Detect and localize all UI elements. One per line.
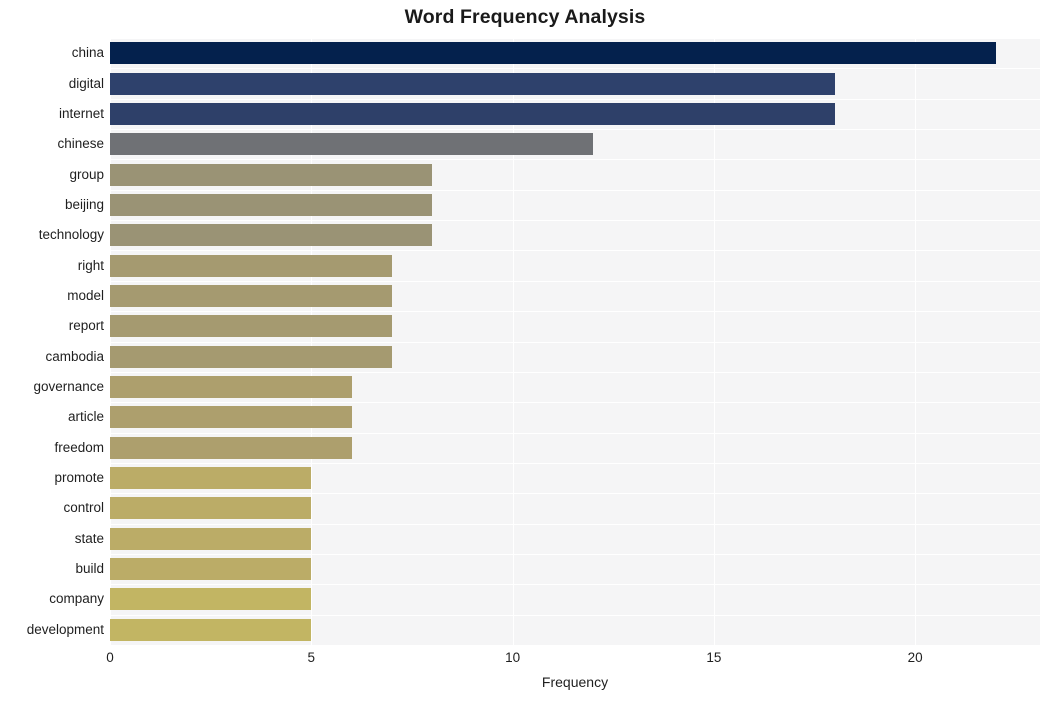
bar-cambodia[interactable] [110,345,392,368]
bar-chinese[interactable] [110,133,594,156]
y-tick-label-control: control [63,500,104,516]
y-tick-label-cambodia: cambodia [45,348,104,364]
bar-internet[interactable] [110,102,835,125]
bar-promote[interactable] [110,467,312,490]
gridline-horizontal [110,463,1040,464]
bar-report[interactable] [110,315,392,338]
y-tick-label-development: development [26,621,104,637]
gridline-horizontal [110,584,1040,585]
y-tick-label-promote: promote [54,470,104,486]
y-tick-label-article: article [67,409,104,425]
y-tick-label-china: china [71,45,104,61]
y-axis-labels: china digital internet chinese group beijing t… [0,38,104,645]
y-tick-label-state: state [74,530,104,546]
word-frequency-chart-figure: Word Frequency Analysis china digital inte… [0,0,1050,701]
gridline-horizontal [110,38,1040,39]
y-tick-label-report: report [68,318,104,334]
y-tick-label-beijing: beijing [64,196,104,212]
gridline-horizontal [110,129,1040,130]
bar-control[interactable] [110,497,312,520]
x-tick-label-0: 0 [106,650,114,665]
gridline-horizontal [110,402,1040,403]
gridline-horizontal [110,615,1040,616]
gridline-horizontal [110,433,1040,434]
y-tick-label-technology: technology [38,227,104,243]
gridline-horizontal [110,68,1040,69]
x-axis-ticks: 0 5 10 15 20 [106,645,1040,675]
y-tick-label-model: model [67,287,104,303]
gridline-horizontal [110,524,1040,525]
gridline-horizontal [110,342,1040,343]
gridline-horizontal [110,493,1040,494]
bar-build[interactable] [110,558,312,581]
gridline-horizontal [110,372,1040,373]
gridline-horizontal [110,159,1040,160]
gridline-horizontal [110,99,1040,100]
y-tick-label-internet: internet [58,105,104,121]
bar-china[interactable] [110,42,996,65]
gridline-horizontal [110,311,1040,312]
bar-governance[interactable] [110,376,352,399]
y-tick-label-right: right [77,257,104,273]
y-tick-label-freedom: freedom [54,439,104,455]
bar-state[interactable] [110,527,312,550]
bar-freedom[interactable] [110,436,352,459]
x-tick-label-10: 10 [505,650,521,665]
bar-company[interactable] [110,588,312,611]
x-tick-label-5: 5 [307,650,316,665]
bar-technology[interactable] [110,224,433,247]
bar-beijing[interactable] [110,193,433,216]
gridline-horizontal [110,220,1040,221]
bar-model[interactable] [110,284,392,307]
plot-area [110,38,1040,645]
gridline-horizontal [110,281,1040,282]
bar-right[interactable] [110,254,392,277]
y-tick-label-governance: governance [33,379,104,395]
x-tick-label-15: 15 [706,650,722,665]
bar-article[interactable] [110,406,352,429]
y-tick-label-build: build [75,561,104,577]
chart-title: Word Frequency Analysis [404,6,646,28]
gridline-horizontal [110,250,1040,251]
bar-development[interactable] [110,618,312,641]
y-tick-label-digital: digital [68,75,104,91]
y-tick-label-company: company [49,591,104,607]
y-tick-label-chinese: chinese [57,136,104,152]
x-tick-label-20: 20 [907,650,923,665]
bar-digital[interactable] [110,72,835,95]
x-axis-title: Frequency [541,674,609,690]
gridline-horizontal [110,554,1040,555]
y-tick-label-group: group [69,166,104,182]
gridline-horizontal [110,190,1040,191]
bar-group[interactable] [110,163,433,186]
